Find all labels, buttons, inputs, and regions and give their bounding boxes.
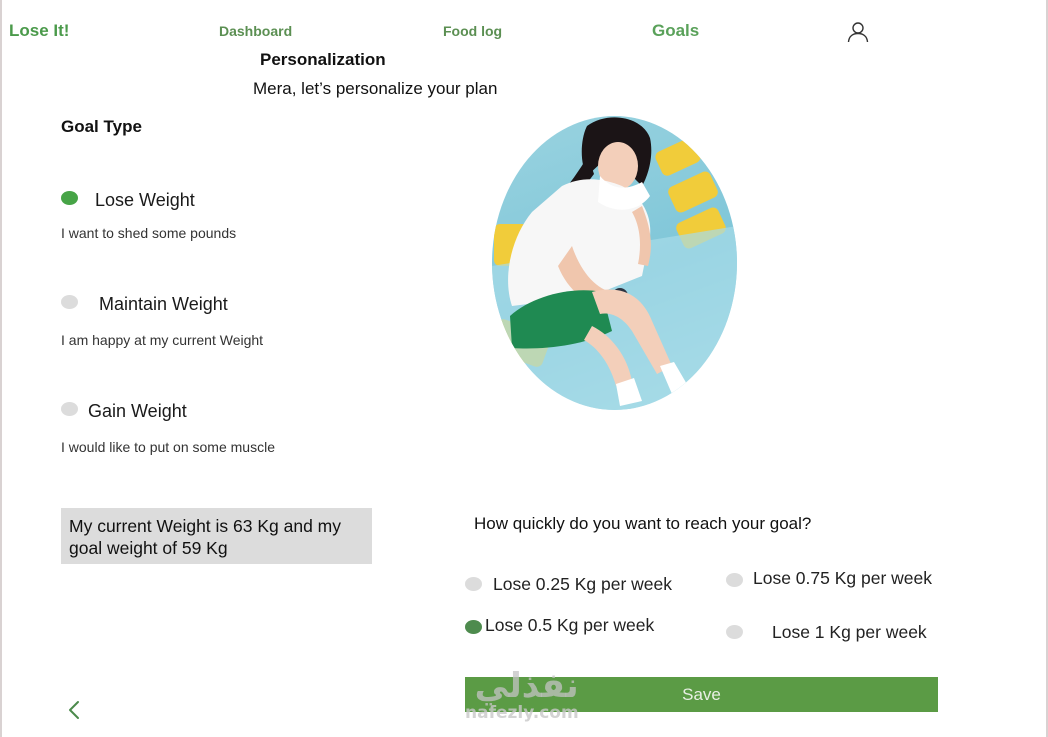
pace-1-label[interactable]: Lose 1 Kg per week	[772, 622, 927, 643]
option-maintain-weight-description: I am happy at my current Weight	[61, 332, 264, 348]
option-gain-weight-description: I would like to put on some muscle	[61, 439, 275, 455]
app-logo[interactable]: Lose It!	[9, 21, 69, 41]
radio-lose-weight[interactable]	[61, 191, 78, 205]
pace-question: How quickly do you want to reach your go…	[474, 514, 812, 533]
chevron-left-icon[interactable]	[64, 698, 84, 722]
profile-photo	[492, 116, 737, 410]
option-gain-weight-label[interactable]: Gain Weight	[88, 401, 187, 422]
radio-pace-1[interactable]	[726, 625, 743, 639]
radio-pace-0-75[interactable]	[726, 573, 743, 587]
radio-pace-0-25[interactable]	[465, 577, 482, 591]
user-icon[interactable]	[846, 20, 870, 44]
page-subtitle: Mera, let’s personalize your plan	[253, 79, 498, 98]
radio-gain-weight[interactable]	[61, 402, 78, 416]
nav-dashboard[interactable]: Dashboard	[219, 23, 292, 39]
option-maintain-weight-label[interactable]: Maintain Weight	[99, 294, 228, 315]
nav-goals[interactable]: Goals	[652, 21, 699, 41]
page-title: Personalization	[260, 50, 386, 69]
option-lose-weight-label[interactable]: Lose Weight	[95, 190, 195, 211]
pace-0-25-label[interactable]: Lose 0.25 Kg per week	[493, 574, 672, 595]
window-border-left	[0, 0, 2, 737]
pace-0-5-label[interactable]: Lose 0.5 Kg per week	[485, 615, 654, 636]
goal-type-heading: Goal Type	[61, 117, 142, 136]
nav-food-log[interactable]: Food log	[443, 23, 502, 39]
pace-0-75-label[interactable]: Lose 0.75 Kg per week	[753, 568, 932, 589]
radio-maintain-weight[interactable]	[61, 295, 78, 309]
save-button[interactable]: Save	[465, 677, 938, 712]
weight-summary-box: My current Weight is 63 Kg and my goal w…	[61, 508, 372, 564]
option-lose-weight-description: I want to shed some pounds	[61, 225, 237, 241]
radio-pace-0-5[interactable]	[465, 620, 482, 634]
